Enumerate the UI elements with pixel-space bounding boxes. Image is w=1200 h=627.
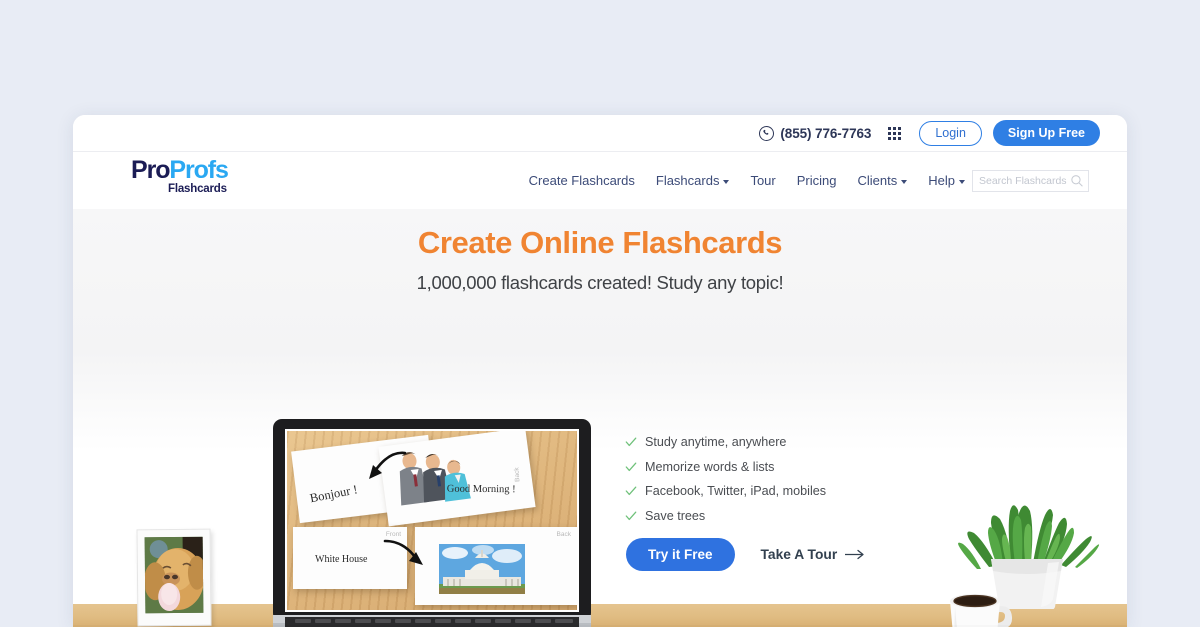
nav-item-pricing[interactable]: Pricing (797, 173, 837, 188)
feature-item: Study anytime, anywhere (625, 435, 885, 449)
nav-label: Flashcards (655, 173, 720, 188)
flip-arrow-icon-bottom (383, 539, 423, 565)
feature-text: Memorize words & lists (645, 459, 775, 474)
nav-label: Create Flashcards (528, 173, 635, 188)
nav-label: Tour (750, 173, 776, 188)
check-icon (625, 462, 637, 471)
feature-item: Facebook, Twitter, iPad, mobiles (625, 484, 885, 498)
phone-circle-icon (759, 125, 775, 141)
logo-wordmark: ProProfs (131, 156, 229, 184)
nav-item-clients[interactable]: Clients (858, 173, 908, 188)
phone-number-text: (855) 776-7763 (780, 125, 872, 141)
succulent-plant (958, 505, 1100, 609)
dog-photo (144, 536, 204, 614)
hero-illustration: Front Bonjour ! Back (73, 209, 1127, 627)
flashcard-back-label: Back (556, 531, 571, 538)
flashcard-back-label: Back (513, 467, 521, 483)
login-button[interactable]: Login (919, 120, 982, 146)
arrow-right-icon (845, 549, 864, 560)
flashcard-back-capitol: Back (415, 527, 577, 605)
logo-pro-text: Pro (131, 156, 170, 184)
check-icon (625, 486, 637, 496)
feature-text: Study anytime, anywhere (645, 435, 787, 449)
capitol-building-photo (439, 544, 525, 594)
nav-label: Pricing (796, 173, 837, 188)
flashcard-front-text: Bonjour ! (308, 482, 359, 506)
nav-item-create-flashcards[interactable]: Create Flashcards (529, 173, 635, 188)
logo-profs-text: Profs (169, 156, 229, 184)
nav-links: Create Flashcards Flashcards Tour Pricin… (529, 152, 965, 209)
feature-item: Save trees (625, 509, 885, 523)
nav-label: Clients (857, 173, 898, 188)
take-a-tour-link[interactable]: Take A Tour (761, 547, 866, 562)
search-box[interactable] (972, 170, 1089, 192)
feature-item: Memorize words & lists (625, 460, 885, 474)
utility-bar: (855) 776-7763 Login Sign Up Free (73, 115, 1127, 152)
search-icon[interactable] (1070, 174, 1084, 188)
signup-button[interactable]: Sign Up Free (992, 120, 1100, 146)
check-icon (625, 511, 637, 520)
coffee-mug (950, 594, 1013, 627)
hero-section: Create Online Flashcards 1,000,000 flash… (73, 209, 1127, 627)
site-card: (855) 776-7763 Login Sign Up Free ProPro… (73, 115, 1127, 627)
main-navigation: ProProfs Flashcards Create Flashcards Fl… (73, 152, 1127, 209)
nav-item-help[interactable]: Help (928, 173, 965, 188)
take-a-tour-label: Take A Tour (760, 547, 838, 562)
apps-grid-icon[interactable] (888, 126, 902, 140)
flip-arrow-icon-top (369, 451, 407, 479)
flashcard-back-text: Good Morning ! (446, 483, 516, 496)
cta-row: Try it Free Take A Tour (626, 538, 865, 571)
chevron-down-icon (723, 179, 730, 184)
laptop: Front Bonjour ! Back (273, 419, 591, 627)
try-it-free-button[interactable]: Try it Free (626, 538, 735, 571)
check-icon (625, 437, 637, 447)
chevron-down-icon (959, 179, 965, 184)
nav-label: Help (928, 173, 955, 188)
chevron-down-icon (901, 179, 908, 184)
phone-number[interactable]: (855) 776-7763 (759, 125, 872, 141)
site-logo[interactable]: ProProfs Flashcards (131, 156, 229, 196)
nav-item-flashcards[interactable]: Flashcards (656, 173, 730, 188)
nav-item-tour[interactable]: Tour (750, 173, 775, 188)
feature-text: Facebook, Twitter, iPad, mobiles (645, 484, 827, 498)
feature-text: Save trees (645, 508, 706, 523)
laptop-screen: Front Bonjour ! Back (287, 431, 577, 610)
photo-frame (136, 528, 212, 627)
logo-subtitle: Flashcards (168, 183, 227, 195)
flashcard-front-text: White House (315, 554, 368, 565)
search-input[interactable] (979, 175, 1070, 187)
feature-list: Study anytime, anywhere Memorize words &… (625, 435, 885, 533)
